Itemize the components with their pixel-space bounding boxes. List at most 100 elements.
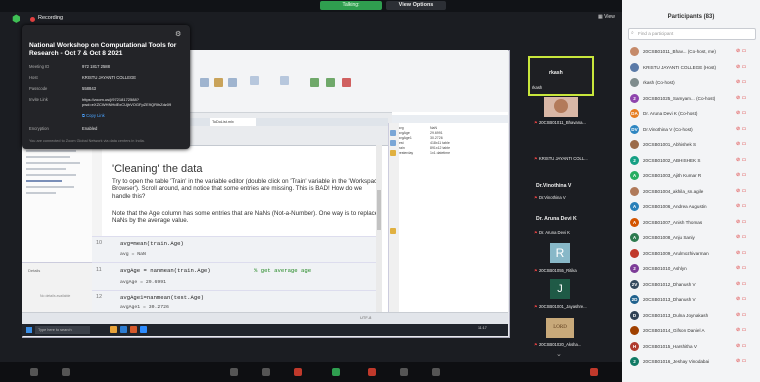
line-number: 10	[96, 240, 103, 246]
warning-icon[interactable]	[390, 150, 396, 156]
zoom-app-icon[interactable]	[140, 326, 147, 333]
file-tree-row[interactable]	[26, 150, 76, 152]
meeting-topic: National Workshop on Computational Tools…	[29, 42, 177, 57]
participant-name: 20CSB01012_Dhanush V	[643, 281, 696, 287]
tile-label: ⚑ 20CSB01011_Bhavana...	[534, 120, 586, 125]
avatar: A	[630, 202, 639, 211]
workspace-var-value: NaN	[430, 126, 438, 130]
workspace-var-name[interactable]: yesterday	[398, 151, 413, 155]
avatar: 2	[630, 155, 639, 165]
copy-link-label: Copy Link	[86, 113, 105, 118]
taskbar-search[interactable]: Type here to search	[35, 326, 90, 334]
view-options-button[interactable]: View Options	[386, 1, 446, 10]
chevron-down-icon[interactable]: ⌄	[556, 350, 562, 358]
tile-label-text: 20CSB01020_Aksha...	[538, 342, 582, 347]
workspace-var-value: 1x1 datetime	[430, 151, 451, 155]
windows-taskbar	[22, 324, 508, 336]
mic-muted-icon: ⊘ ▭	[736, 187, 747, 194]
participant-name: 20CSB01011_Bhav... (Co-host, me)	[643, 49, 716, 54]
participant-photo: R	[550, 243, 570, 263]
info-key: Passcode	[29, 86, 48, 91]
reactions-icon[interactable]	[400, 368, 408, 376]
run-section-icon[interactable]	[326, 78, 335, 87]
participant-name: 20CSB01014_Gifson Daniel A	[643, 328, 705, 333]
participant-name: 20CSB01003_Ajith Kumar R	[643, 173, 702, 178]
file-tree-row-selected[interactable]	[26, 180, 62, 182]
mic-muted-icon: ⊘ ▭	[736, 249, 747, 256]
participant-photo: LORD	[546, 318, 574, 338]
file-tree-row[interactable]	[26, 162, 80, 164]
file-tree-row[interactable]	[26, 156, 70, 158]
run-icon[interactable]	[310, 78, 319, 87]
tile-label-text: Dr.Vinothina V	[538, 195, 566, 200]
tile-label: ⚑ 20CSB01055_Ritika	[534, 268, 577, 273]
file-tree-row[interactable]	[26, 186, 74, 188]
participant-name: 20CSB01002_ABHISHEK S	[643, 157, 701, 163]
tile-name: rkash	[549, 70, 563, 76]
text-paragraph: Try to open the table 'Train' in the var…	[112, 178, 381, 200]
code-text[interactable]: avg=mean(train.Age)	[120, 240, 184, 247]
code-output: avgAge1 = 30.2726	[120, 305, 169, 310]
workspace-var-name[interactable]: train	[398, 146, 405, 150]
participant-name: 20CSB01013_Dulna Joynakash	[643, 312, 709, 318]
mic-muted-icon: ⊘ ▭	[736, 218, 747, 225]
toolstrip-icon[interactable]	[200, 78, 209, 87]
share-screen-icon[interactable]	[332, 368, 340, 376]
workspace-panel	[392, 112, 508, 312]
participant-name: 20CSB01008_Anju Saniy	[643, 235, 695, 240]
avatar: A	[630, 217, 639, 227]
code-text[interactable]: avgAge1=nanmean(test.Age)	[120, 294, 204, 301]
workspace-var-name[interactable]: avgAge	[398, 131, 410, 135]
avatar: 2D	[630, 295, 639, 304]
status-text: UTF-8	[360, 315, 372, 320]
recording-label: Recording	[38, 15, 64, 21]
view-button[interactable]: ▦ View	[598, 14, 615, 20]
editor-scrollbar-thumb[interactable]	[377, 190, 381, 230]
mute-icon[interactable]	[30, 368, 38, 376]
toolstrip-icon[interactable]	[214, 78, 223, 87]
windows-start-icon[interactable]	[26, 327, 32, 333]
chat-icon[interactable]	[294, 368, 302, 376]
tile-label: ⚑ 20CSB01020_Aksha...	[534, 342, 581, 347]
file-explorer-icon[interactable]	[110, 326, 117, 333]
apps-icon[interactable]	[432, 368, 440, 376]
participant-name: rkash (Co-host)	[643, 80, 675, 85]
editor-tab[interactable]: ToDoList.mlx	[210, 118, 256, 126]
mic-muted-icon: ⊘ ▭	[736, 94, 747, 101]
video-tile-active-speaker[interactable]	[528, 56, 594, 96]
toolstrip-icon[interactable]	[228, 78, 237, 87]
workspace-var-name[interactable]: avgAge1	[398, 136, 412, 140]
video-icon[interactable]	[62, 368, 70, 376]
avatar	[630, 62, 639, 72]
toolstrip-icon[interactable]	[280, 76, 289, 85]
participants-icon[interactable]	[262, 368, 270, 376]
workspace-header	[392, 115, 508, 123]
end-meeting-icon[interactable]	[590, 368, 598, 376]
toolstrip-icon[interactable]	[250, 76, 259, 85]
avatar: A	[630, 171, 639, 180]
file-tree-row[interactable]	[26, 192, 56, 194]
info-key: Meeting ID	[29, 64, 50, 69]
info-settings-icon[interactable]: ⚙	[175, 30, 181, 38]
mic-muted-icon: ⊘ ▭	[736, 141, 747, 147]
workspace-var-value: 418x11 table	[430, 141, 450, 145]
output-right-icon[interactable]	[390, 140, 396, 146]
avatar	[630, 78, 639, 87]
code-text[interactable]: avgAge = nanmean(train.Age)	[120, 267, 211, 274]
copy-link-button[interactable]: ⧉ Copy Link	[82, 113, 105, 118]
invite-link[interactable]: https://zoom.us/j/97218172588?pwd=eXZCWH…	[82, 97, 182, 107]
mic-muted-icon: ⊘ ▭	[736, 63, 747, 70]
participant-name: 20CSB01009_Arulmozhivarman	[643, 250, 709, 256]
stop-icon[interactable]	[342, 78, 351, 87]
file-tree-row[interactable]	[26, 168, 66, 170]
output-inline-icon[interactable]	[390, 130, 396, 136]
zoom-shield-icon[interactable]: ⬢	[12, 14, 24, 26]
edge-icon[interactable]	[120, 326, 127, 333]
participant-name: Dr. Aruna Devi K (Co-host)	[643, 111, 698, 116]
record-icon[interactable]	[368, 368, 376, 376]
file-tree-row[interactable]	[26, 174, 76, 176]
security-icon[interactable]	[230, 368, 238, 376]
tile-name: Dr.Vinothina V	[536, 183, 572, 189]
matlab-icon[interactable]	[130, 326, 137, 333]
participant-name: 20CSB01007_Anish Thomas	[643, 219, 703, 225]
